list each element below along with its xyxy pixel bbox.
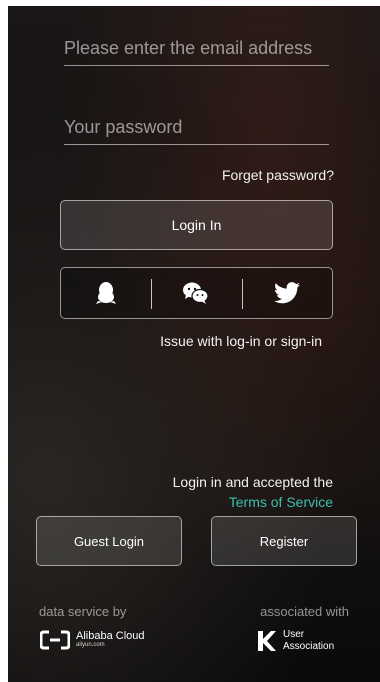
associated-with-label: associated with [260, 604, 349, 619]
association-mark-icon [258, 631, 276, 651]
alibaba-cloud-icon [40, 630, 70, 650]
register-button[interactable]: Register [211, 516, 357, 566]
email-input[interactable] [64, 38, 329, 65]
terms-prefix-text: Login in and accepted the [172, 474, 333, 490]
login-screen: Forget password? Login In [8, 6, 380, 682]
email-field-wrapper [64, 38, 329, 66]
qq-icon [96, 282, 117, 304]
user-association-logo: User Association [257, 629, 334, 653]
alibaba-cloud-logo: Alibaba Cloud aliyun.com [40, 630, 145, 650]
password-field-wrapper [64, 117, 329, 145]
social-login-bar [60, 267, 333, 319]
forget-password-link[interactable]: Forget password? [222, 167, 334, 183]
wechat-login-button[interactable] [151, 268, 241, 318]
twitter-icon [273, 282, 300, 304]
issue-login-link[interactable]: Issue with log-in or sign-in [160, 333, 322, 349]
terms-of-service-link[interactable]: Terms of Service [229, 494, 333, 510]
data-service-label: data service by [39, 604, 127, 619]
provider-domain: aliyun.com [76, 642, 105, 648]
association-line2: Association [283, 641, 335, 652]
provider-name: Alibaba Cloud [76, 630, 145, 642]
wechat-icon [183, 282, 210, 304]
qq-login-button[interactable] [61, 268, 151, 318]
register-label: Register [259, 533, 309, 549]
login-button[interactable]: Login In [60, 200, 333, 250]
twitter-login-button[interactable] [241, 268, 332, 318]
guest-login-label: Guest Login [73, 533, 145, 549]
login-button-label: Login In [171, 217, 222, 233]
association-line1: User [283, 629, 305, 640]
password-input[interactable] [64, 117, 329, 144]
guest-login-button[interactable]: Guest Login [36, 516, 182, 566]
